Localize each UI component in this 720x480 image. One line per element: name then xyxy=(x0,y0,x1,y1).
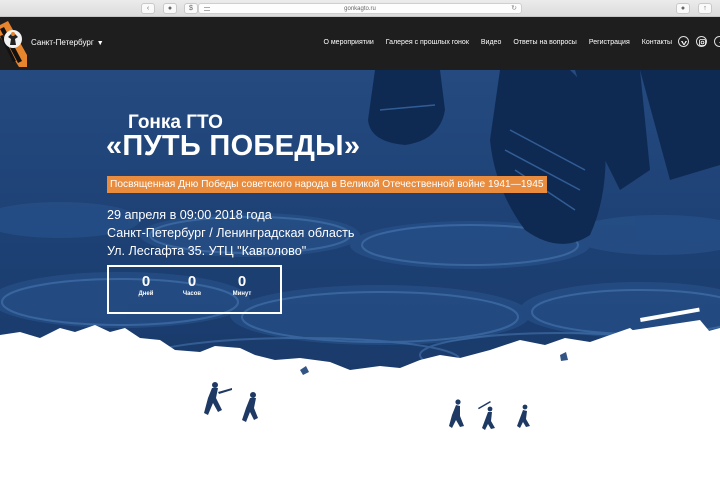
nav-contacts[interactable]: Контакты xyxy=(642,39,672,46)
extension-button[interactable]: $ xyxy=(184,3,198,14)
back-button[interactable]: ‹ xyxy=(141,3,155,14)
reload-icon[interactable]: ↻ xyxy=(511,4,517,14)
nav-registration[interactable]: Регистрация xyxy=(589,39,630,46)
nav-faq[interactable]: Ответы на вопросы xyxy=(513,39,576,46)
facebook-icon[interactable] xyxy=(714,36,720,47)
city-label: Санкт-Петербург xyxy=(31,38,94,47)
nav-about[interactable]: О мероприятии xyxy=(323,39,373,46)
address-bar[interactable]: gonkagto.ru ↻ xyxy=(198,3,522,14)
instagram-icon[interactable] xyxy=(696,36,707,47)
privacy-button[interactable]: ● xyxy=(163,3,177,14)
reader-icon[interactable] xyxy=(204,7,210,11)
browser-toolbar: ‹ ● $ gonkagto.ru ↻ ● ↑ xyxy=(0,0,720,17)
chevron-down-icon: ▼ xyxy=(96,40,104,47)
nav-video[interactable]: Видео xyxy=(481,39,501,46)
site-header: Санкт-Петербург ▼ О мероприятии Галерея с… xyxy=(0,17,720,70)
download-icon[interactable]: ● xyxy=(676,3,690,14)
vk-icon[interactable] xyxy=(678,36,689,47)
city-selector[interactable]: Санкт-Петербург ▼ xyxy=(31,38,104,47)
nav-gallery[interactable]: Галерея с прошлых гонок xyxy=(386,39,469,46)
url-text: gonkagto.ru xyxy=(344,6,376,12)
soldiers-silhouette-decoration xyxy=(0,307,720,480)
gto-ribbon-logo[interactable] xyxy=(0,17,27,70)
share-icon[interactable]: ↑ xyxy=(698,3,712,14)
hero-section: Гонка ГТО «ПУТЬ ПОБЕДЫ» Посвященная Дню … xyxy=(0,70,720,480)
main-nav: О мероприятии Галерея с прошлых гонок Ви… xyxy=(323,39,672,46)
